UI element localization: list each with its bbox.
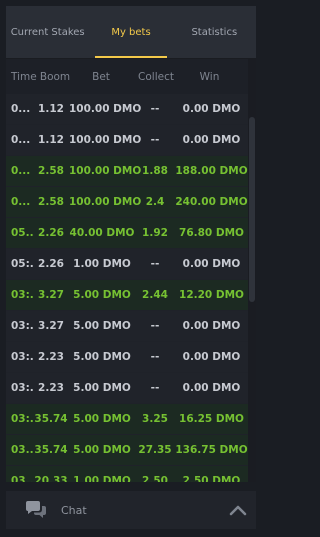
- row-win: 0.00 DMO: [182, 382, 241, 394]
- row-bet: 5.00 DMO: [73, 351, 131, 363]
- tab-statistics[interactable]: Statistics: [173, 6, 256, 58]
- row-boom: 2.26: [38, 227, 64, 239]
- row-collect: 1.92: [142, 227, 168, 239]
- row-win: 136.75 DMO: [175, 444, 248, 456]
- table-row: 03:... 3.27 5.00 DMO 2.44 12.20 DMO: [6, 280, 248, 310]
- row-time: 03:...: [11, 413, 33, 425]
- row-boom: 35.74: [34, 444, 68, 456]
- row-time: 03:...: [11, 351, 33, 363]
- row-win: 0.00 DMO: [182, 103, 241, 115]
- row-boom: 1.12: [38, 103, 64, 115]
- table-row: 03:... 2.23 5.00 DMO -- 0.00 DMO: [6, 342, 248, 372]
- row-boom: 2.58: [38, 165, 64, 177]
- column-header-collect: Collect: [138, 70, 174, 83]
- chat-bar[interactable]: Chat: [6, 491, 256, 529]
- row-collect: --: [150, 258, 160, 270]
- row-collect: --: [150, 320, 160, 332]
- row-collect: 2.4: [145, 196, 165, 208]
- column-header-time: Time: [11, 70, 37, 83]
- table-header: Time Boom Bet Collect Win: [6, 59, 256, 94]
- table-row: 05... 2.26 40.00 DMO 1.92 76.80 DMO: [6, 218, 248, 248]
- row-collect: 2.50: [142, 475, 168, 482]
- scrollbar-thumb[interactable]: [249, 117, 255, 302]
- row-win: 0.00 DMO: [182, 351, 241, 363]
- row-bet: 5.00 DMO: [73, 289, 131, 301]
- row-boom: 2.23: [38, 382, 64, 394]
- table-row: 03...35.74 5.00 DMO 27.35136.75 DMO: [6, 435, 248, 465]
- row-collect: 3.25: [142, 413, 168, 425]
- table-row: 0... 2.58 100.00 DMO 1.88 188.00 DMO: [6, 156, 248, 186]
- row-bet: 1.00 DMO: [73, 258, 131, 270]
- row-boom: 2.23: [38, 351, 64, 363]
- row-win: 16.25 DMO: [179, 413, 244, 425]
- tab-bar: Current Stakes My bets Statistics: [6, 6, 256, 59]
- row-bet: 5.00 DMO: [73, 320, 131, 332]
- row-collect: --: [150, 382, 160, 394]
- table-row: 0... 1.12 100.00 DMO -- 0.00 DMO: [6, 125, 248, 155]
- row-time: 0...: [11, 103, 31, 115]
- row-boom: 3.27: [38, 320, 64, 332]
- row-bet: 5.00 DMO: [73, 444, 131, 456]
- row-bet: 100.00 DMO: [69, 134, 142, 146]
- column-header-boom: Boom: [39, 70, 71, 83]
- row-time: 0...: [11, 165, 31, 177]
- chat-label: Chat: [61, 503, 87, 517]
- row-collect: --: [150, 351, 160, 363]
- row-win: 76.80 DMO: [179, 227, 244, 239]
- row-time: 03:...: [11, 320, 33, 332]
- row-win: 0.00 DMO: [182, 258, 241, 270]
- row-time: 03:...: [11, 382, 33, 394]
- column-header-bet: Bet: [92, 70, 110, 83]
- table-row: 03...20.33 1.00 DMO 2.50 2.50 DMO: [6, 466, 248, 482]
- tab-current-stakes[interactable]: Current Stakes: [6, 6, 89, 58]
- table-row: 03:... 2.23 5.00 DMO -- 0.00 DMO: [6, 373, 248, 403]
- row-bet: 100.00 DMO: [69, 103, 142, 115]
- column-header-win: Win: [199, 70, 220, 83]
- table-row: 0... 2.58 100.00 DMO 2.4 240.00 DMO: [6, 187, 248, 217]
- row-win: 0.00 DMO: [182, 320, 241, 332]
- row-collect: 1.88: [142, 165, 168, 177]
- row-time: 03...: [11, 444, 33, 456]
- row-win: 188.00 DMO: [175, 165, 248, 177]
- tab-my-bets[interactable]: My bets: [89, 6, 172, 58]
- row-bet: 5.00 DMO: [73, 413, 131, 425]
- row-bet: 5.00 DMO: [73, 382, 131, 394]
- row-time: 03...: [11, 475, 33, 482]
- row-boom: 2.58: [38, 196, 64, 208]
- chevron-up-icon[interactable]: [228, 500, 248, 520]
- row-time: 03:...: [11, 289, 33, 301]
- row-boom: 3.27: [38, 289, 64, 301]
- row-bet: 40.00 DMO: [69, 227, 135, 239]
- bets-table-body: 0... 1.12 100.00 DMO -- 0.00 DMO 0... 1.12 100.…: [6, 94, 248, 482]
- row-boom: 2.26: [38, 258, 64, 270]
- row-bet: 100.00 DMO: [69, 196, 142, 208]
- row-win: 0.00 DMO: [182, 134, 241, 146]
- row-time: 05...: [11, 227, 33, 239]
- row-collect: --: [150, 103, 160, 115]
- row-win: 12.20 DMO: [179, 289, 244, 301]
- row-boom: 35.74: [34, 413, 68, 425]
- row-time: 05:...: [11, 258, 33, 270]
- row-collect: 27.35: [138, 444, 172, 456]
- row-collect: --: [150, 134, 160, 146]
- table-row: 0... 1.12 100.00 DMO -- 0.00 DMO: [6, 94, 248, 124]
- row-win: 240.00 DMO: [175, 196, 248, 208]
- table-row: 03:...35.74 5.00 DMO 3.25 16.25 DMO: [6, 404, 248, 434]
- bets-panel: Current Stakes My bets Statistics Time B…: [6, 6, 256, 482]
- scrollbar-track[interactable]: [248, 59, 256, 482]
- row-boom: 1.12: [38, 134, 64, 146]
- chat-bubbles-icon: [26, 501, 46, 518]
- row-time: 0...: [11, 196, 31, 208]
- row-win: 2.50 DMO: [182, 475, 241, 482]
- row-bet: 100.00 DMO: [69, 165, 142, 177]
- row-collect: 2.44: [142, 289, 168, 301]
- table-row: 05:... 2.26 1.00 DMO -- 0.00 DMO: [6, 249, 248, 279]
- row-time: 0...: [11, 134, 31, 146]
- row-boom: 20.33: [34, 475, 68, 482]
- row-bet: 1.00 DMO: [73, 475, 131, 482]
- table-row: 03:... 3.27 5.00 DMO -- 0.00 DMO: [6, 311, 248, 341]
